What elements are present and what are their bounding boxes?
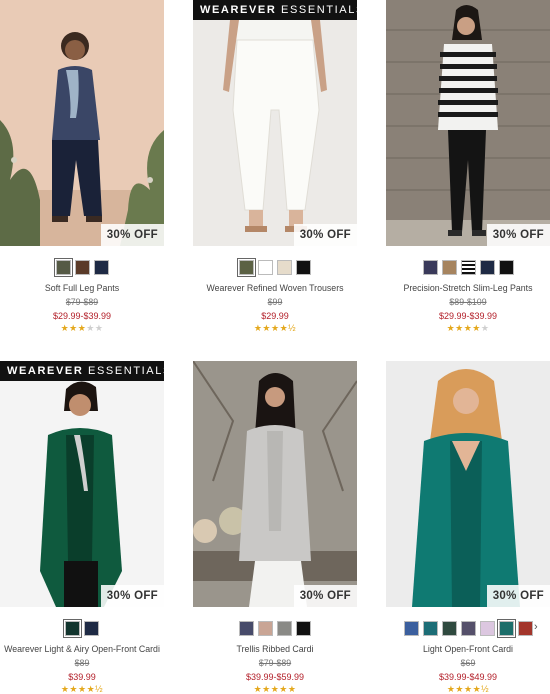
sale-price: $39.99-$49.99 [438, 672, 498, 682]
original-price: $89 [74, 658, 90, 668]
color-swatch[interactable] [460, 621, 476, 636]
discount-badge: 30% OFF [100, 224, 164, 246]
product-image[interactable]: 30% OFF [386, 0, 550, 246]
product-image[interactable]: 30% OFF [193, 361, 357, 607]
star-rating: ★★★★½ [446, 684, 490, 694]
original-price: $99 [267, 297, 283, 307]
original-price: $79-$89 [65, 297, 99, 307]
color-swatch[interactable] [479, 260, 495, 275]
color-swatches [386, 619, 550, 638]
color-swatch[interactable] [296, 260, 311, 275]
essentials-brand: WEAREVER [200, 4, 277, 16]
original-price: $69 [460, 658, 476, 668]
color-swatch[interactable] [74, 260, 90, 275]
star-rating: ★★★★½ [60, 684, 104, 694]
color-swatch[interactable] [479, 621, 495, 636]
sale-price: $29.99 [261, 311, 289, 321]
original-price: $89-$109 [449, 297, 487, 307]
product-image[interactable]: 30% OFF [0, 0, 164, 246]
essentials-tag: WEAREVER ESSENTIALS [193, 0, 357, 20]
discount-badge: 30% OFF [486, 224, 550, 246]
color-swatch[interactable] [422, 621, 438, 636]
swatch-next-chevron-icon[interactable]: › [534, 621, 538, 633]
model-photo-trellis-cardi [193, 361, 357, 607]
star-rating: ★★★★★ [60, 323, 104, 333]
product-image[interactable]: WEAREVER ESSENTIALS 30% OFF [193, 0, 357, 246]
color-swatch[interactable] [239, 621, 254, 636]
color-swatch[interactable] [517, 621, 533, 636]
color-swatch[interactable] [496, 619, 516, 638]
color-swatch[interactable] [93, 260, 109, 275]
model-photo-teal-cardi [386, 361, 550, 607]
discount-badge: 30% OFF [293, 224, 357, 246]
sale-price: $29.99-$39.99 [52, 311, 112, 321]
sale-price: $39.99 [68, 672, 96, 682]
color-swatch[interactable] [63, 619, 82, 638]
color-swatch[interactable] [237, 258, 256, 277]
color-swatches [0, 258, 164, 277]
product-name[interactable]: Wearever Light & Airy Open-Front Cardi [0, 644, 164, 654]
product-name[interactable]: Soft Full Leg Pants [0, 283, 164, 293]
star-rating: ★★★★½ [253, 323, 297, 333]
model-photo-trousers [193, 0, 357, 246]
product-name[interactable]: Precision-Stretch Slim-Leg Pants [386, 283, 550, 293]
color-swatch[interactable] [258, 260, 273, 275]
color-swatch[interactable] [277, 621, 292, 636]
product-image[interactable]: WEAREVER ESSENTIALS 30% OFF [0, 361, 164, 607]
color-swatch[interactable] [441, 621, 457, 636]
color-swatch[interactable] [403, 621, 419, 636]
essentials-tag: WEAREVER ESSENTIALS [0, 361, 164, 381]
color-swatches [193, 258, 357, 277]
product-name[interactable]: Light Open-Front Cardi [386, 644, 550, 654]
stripe-swatch[interactable] [460, 260, 476, 275]
discount-badge: 30% OFF [486, 585, 550, 607]
color-swatches [193, 621, 357, 637]
essentials-brand: WEAREVER [7, 365, 84, 377]
color-swatch[interactable] [277, 260, 292, 275]
essentials-label: ESSENTIALS [281, 4, 357, 16]
discount-badge: 30% OFF [100, 585, 164, 607]
product-image[interactable]: 30% OFF [386, 361, 550, 607]
color-swatches [0, 619, 164, 638]
model-photo-pants [0, 0, 164, 246]
color-swatches [386, 260, 550, 276]
star-rating: ★★★★★ [253, 684, 297, 694]
sale-price: $39.99-$59.99 [245, 672, 305, 682]
essentials-label: ESSENTIALS [88, 365, 164, 377]
star-rating: ★★★★★ [446, 323, 490, 333]
model-photo-slim-pants [386, 0, 550, 246]
product-name[interactable]: Wearever Refined Woven Trousers [193, 283, 357, 293]
color-swatch[interactable] [84, 621, 99, 636]
color-swatch[interactable] [53, 258, 73, 277]
product-name[interactable]: Trellis Ribbed Cardi [193, 644, 357, 654]
color-swatch[interactable] [296, 621, 311, 636]
original-price: $79-$89 [258, 658, 292, 668]
discount-badge: 30% OFF [293, 585, 357, 607]
color-swatch[interactable] [441, 260, 457, 275]
color-swatch[interactable] [422, 260, 438, 275]
color-swatch[interactable] [258, 621, 273, 636]
model-photo-green-cardi [0, 361, 164, 607]
color-swatch[interactable] [498, 260, 514, 275]
sale-price: $29.99-$39.99 [438, 311, 498, 321]
